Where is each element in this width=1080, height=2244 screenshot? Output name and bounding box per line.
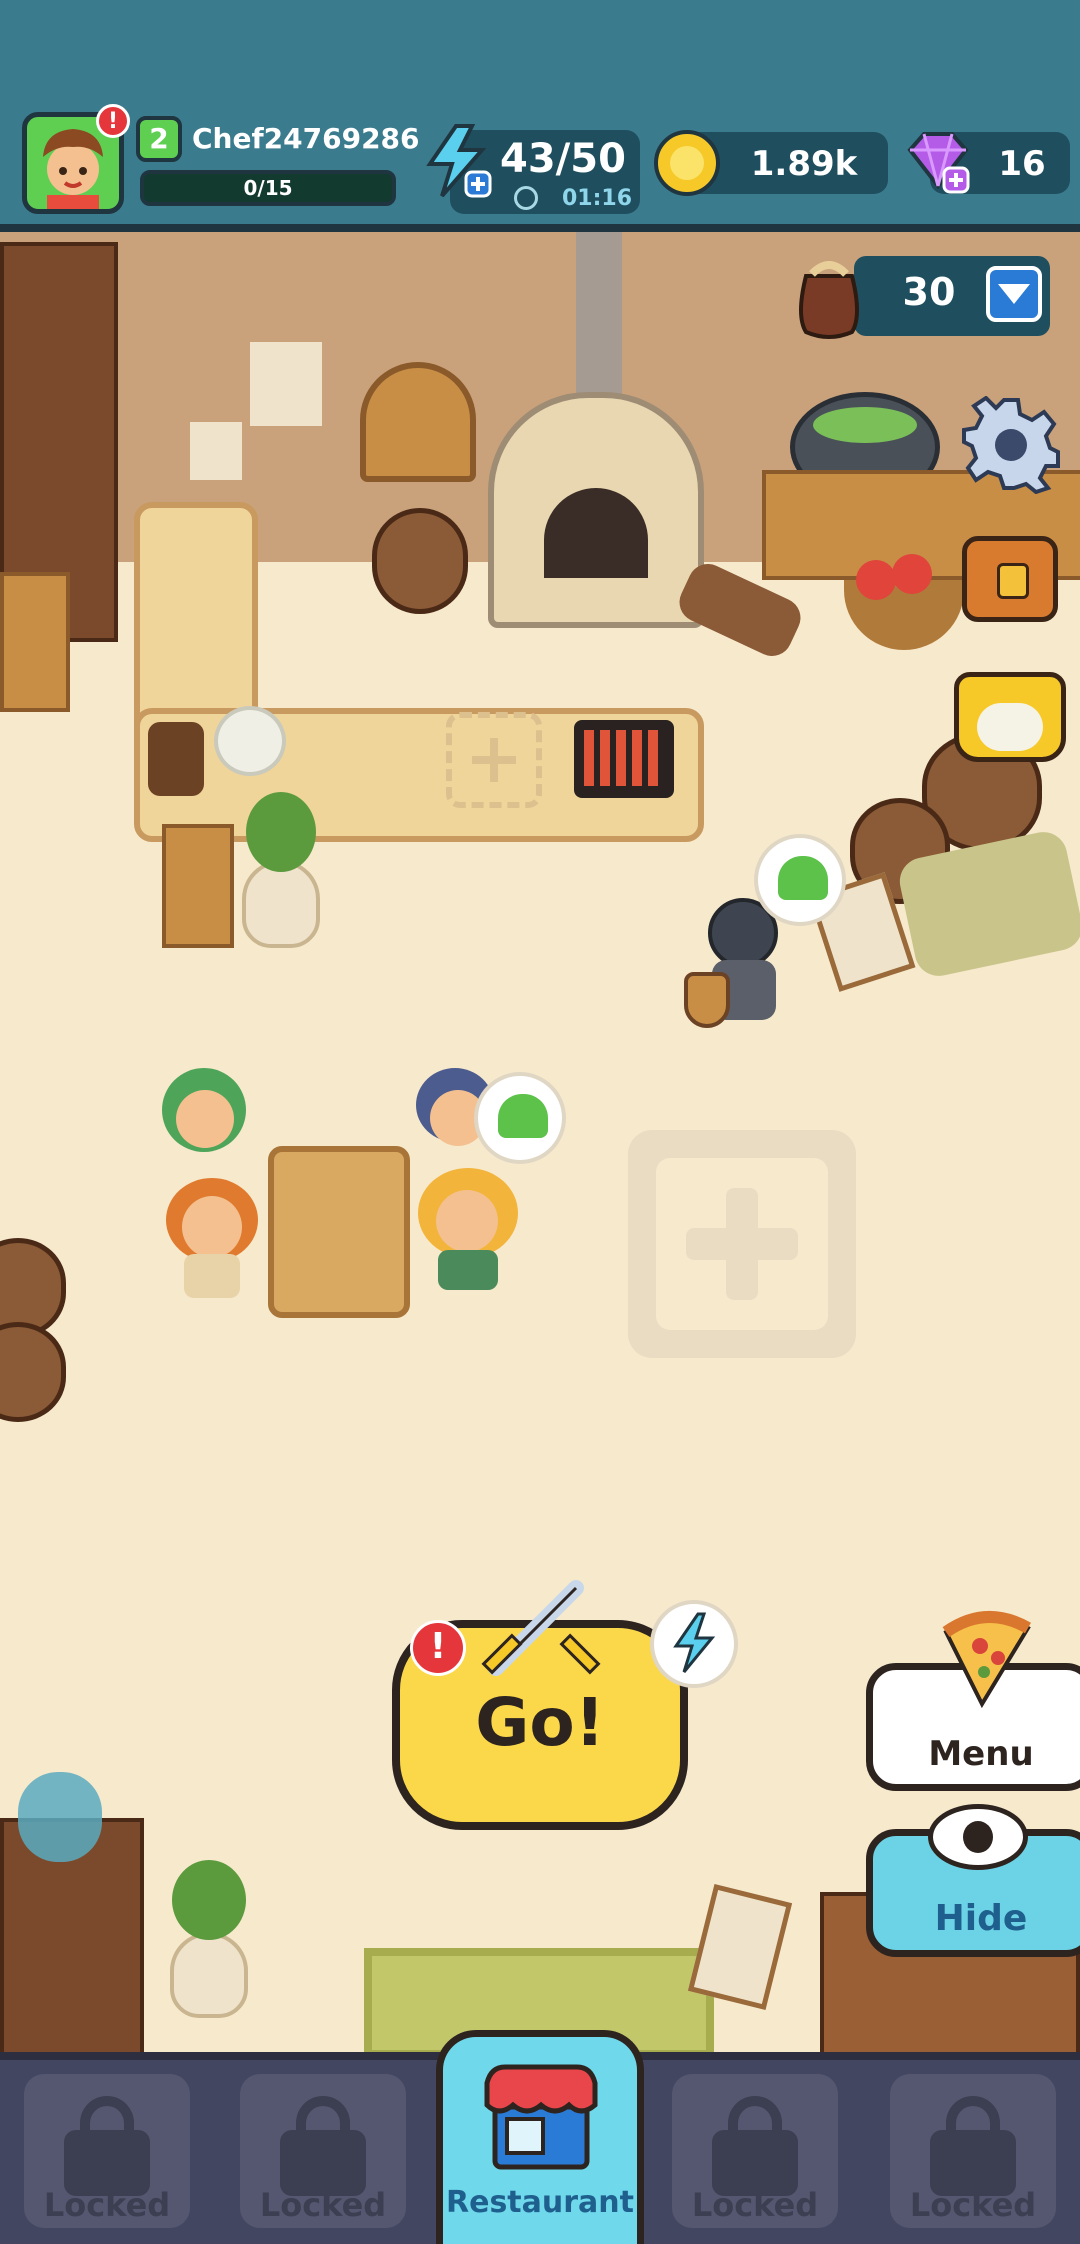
hide-label: Hide [934, 1898, 1028, 1939]
hud-divider [0, 224, 1080, 232]
nav-tab-label: Locked [43, 2186, 171, 2224]
gem-icon [900, 128, 976, 202]
wall-note [250, 342, 322, 426]
gems-value: 16 [998, 144, 1046, 184]
coins-value: 1.89k [750, 144, 858, 184]
shop-icon [484, 2064, 598, 2170]
chair [0, 572, 70, 712]
bag-count: 30 [902, 270, 956, 314]
dropdown-button[interactable] [986, 266, 1042, 322]
player-alert-badge: ! [96, 104, 130, 138]
menu-sign [687, 1883, 793, 2011]
customer-orange-hair[interactable] [160, 1178, 264, 1298]
grill[interactable] [574, 720, 674, 798]
customer-green-hair[interactable] [152, 1068, 256, 1188]
player-name: Chef24769286 [192, 122, 420, 155]
potted-plant [170, 1932, 248, 2018]
tomato-basket [844, 554, 964, 650]
nav-tab-label: Locked [691, 2186, 819, 2224]
nav-tab-label: Locked [259, 2186, 387, 2224]
energy-cost-bubble [650, 1600, 738, 1688]
go-alert-badge: ! [410, 1620, 466, 1676]
jelly-dish-icon [498, 1094, 548, 1138]
dining-table[interactable] [268, 1146, 410, 1318]
jelly-dish-icon [778, 856, 828, 900]
empty-counter-slot[interactable] [446, 712, 542, 808]
crown-icon[interactable] [954, 672, 1066, 762]
arched-window [360, 362, 476, 482]
timer-icon [514, 186, 538, 210]
plant-leaves [172, 1860, 246, 1940]
nav-tab-locked-4[interactable]: Locked [890, 2074, 1056, 2228]
chevron-down-icon [998, 284, 1030, 304]
energy-value: 43/50 [500, 136, 626, 182]
nav-tab-locked-2[interactable]: Locked [240, 2074, 406, 2228]
energy-timer: 01:16 [562, 186, 633, 211]
chest-icon[interactable] [962, 536, 1058, 622]
xp-progress-bar: 0/15 [140, 170, 396, 206]
lightning-icon [673, 1612, 716, 1673]
menu-label: Menu [928, 1734, 1034, 1774]
nav-tab-locked-3[interactable]: Locked [672, 2074, 838, 2228]
vase [18, 1772, 102, 1862]
nav-tab-restaurant[interactable]: Restaurant [436, 2030, 644, 2244]
potted-plant [242, 860, 320, 948]
barrel [372, 508, 468, 614]
plant-leaves [246, 792, 316, 872]
empty-table-slot[interactable] [628, 1130, 856, 1358]
gear-icon[interactable] [962, 395, 1060, 498]
plate-stack [214, 706, 286, 776]
player-level-badge: 2 [136, 116, 182, 162]
crossed-swords-icon [476, 1578, 606, 1682]
chair [162, 824, 234, 948]
nav-tab-locked-1[interactable]: Locked [24, 2074, 190, 2228]
lightning-icon [426, 124, 496, 204]
coin-icon [654, 130, 720, 196]
customer-blonde-hair[interactable] [414, 1168, 524, 1298]
nav-tab-label: Locked [909, 2186, 1037, 2224]
order-bubble [474, 1072, 566, 1164]
mugs [148, 722, 204, 796]
bag-icon [786, 246, 872, 346]
pizza-icon [936, 1608, 1036, 1712]
order-bubble [754, 834, 846, 926]
nav-tab-label: Restaurant [446, 2185, 634, 2220]
eye-icon [928, 1804, 1028, 1870]
barrel [0, 1322, 66, 1422]
xp-progress-text: 0/15 [243, 176, 293, 200]
stone-oven [488, 392, 704, 628]
wall-note [190, 422, 242, 480]
